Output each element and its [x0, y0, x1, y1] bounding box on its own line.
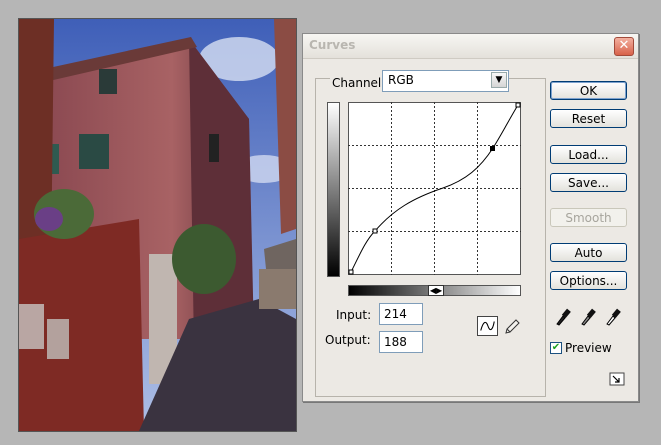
pencil-icon[interactable]	[503, 318, 521, 336]
curve-point-end[interactable]	[515, 102, 521, 108]
channel-label: Channel:	[330, 76, 388, 90]
auto-button[interactable]: Auto	[550, 243, 627, 262]
curve-graph[interactable]	[348, 102, 521, 275]
expand-icon[interactable]	[609, 372, 625, 386]
ok-button[interactable]: OK	[550, 81, 627, 100]
input-label: Input:	[336, 308, 372, 322]
load-button[interactable]: Load...	[550, 145, 627, 164]
channel-value: RGB	[388, 73, 414, 87]
output-field[interactable]: 188	[379, 331, 423, 353]
options-button[interactable]: Options...	[550, 271, 627, 290]
gray-eyedropper-icon[interactable]	[580, 306, 598, 326]
reset-button[interactable]: Reset	[550, 109, 627, 128]
white-eyedropper-icon[interactable]	[605, 306, 623, 326]
smooth-button[interactable]: Smooth	[550, 208, 627, 227]
close-icon[interactable]: ✕	[614, 37, 634, 56]
photo-canvas	[18, 18, 297, 432]
output-gradient-bar	[327, 102, 340, 277]
preview-label[interactable]: Preview	[565, 341, 612, 355]
black-eyedropper-icon[interactable]	[555, 306, 573, 326]
curve-tool-icon[interactable]	[477, 316, 498, 336]
chevron-down-icon[interactable]: ▼	[491, 72, 507, 88]
gradient-toggle-icon[interactable]: ◀▶	[428, 285, 444, 296]
channel-select[interactable]: RGB ▼	[382, 70, 509, 92]
save-button[interactable]: Save...	[550, 173, 627, 192]
curve-point-selected[interactable]	[490, 146, 495, 151]
curves-dialog: Curves ✕ Channel: RGB ▼ ◀▶ Input: 214 Ou…	[302, 33, 639, 402]
curve-point-start[interactable]	[348, 269, 354, 275]
preview-checkbox[interactable]: ✔	[550, 342, 562, 354]
title-bar[interactable]: Curves ✕	[303, 34, 638, 59]
output-label: Output:	[325, 333, 371, 347]
dialog-title: Curves	[309, 38, 356, 52]
input-field[interactable]: 214	[379, 303, 423, 325]
curve-point-low[interactable]	[372, 228, 378, 234]
